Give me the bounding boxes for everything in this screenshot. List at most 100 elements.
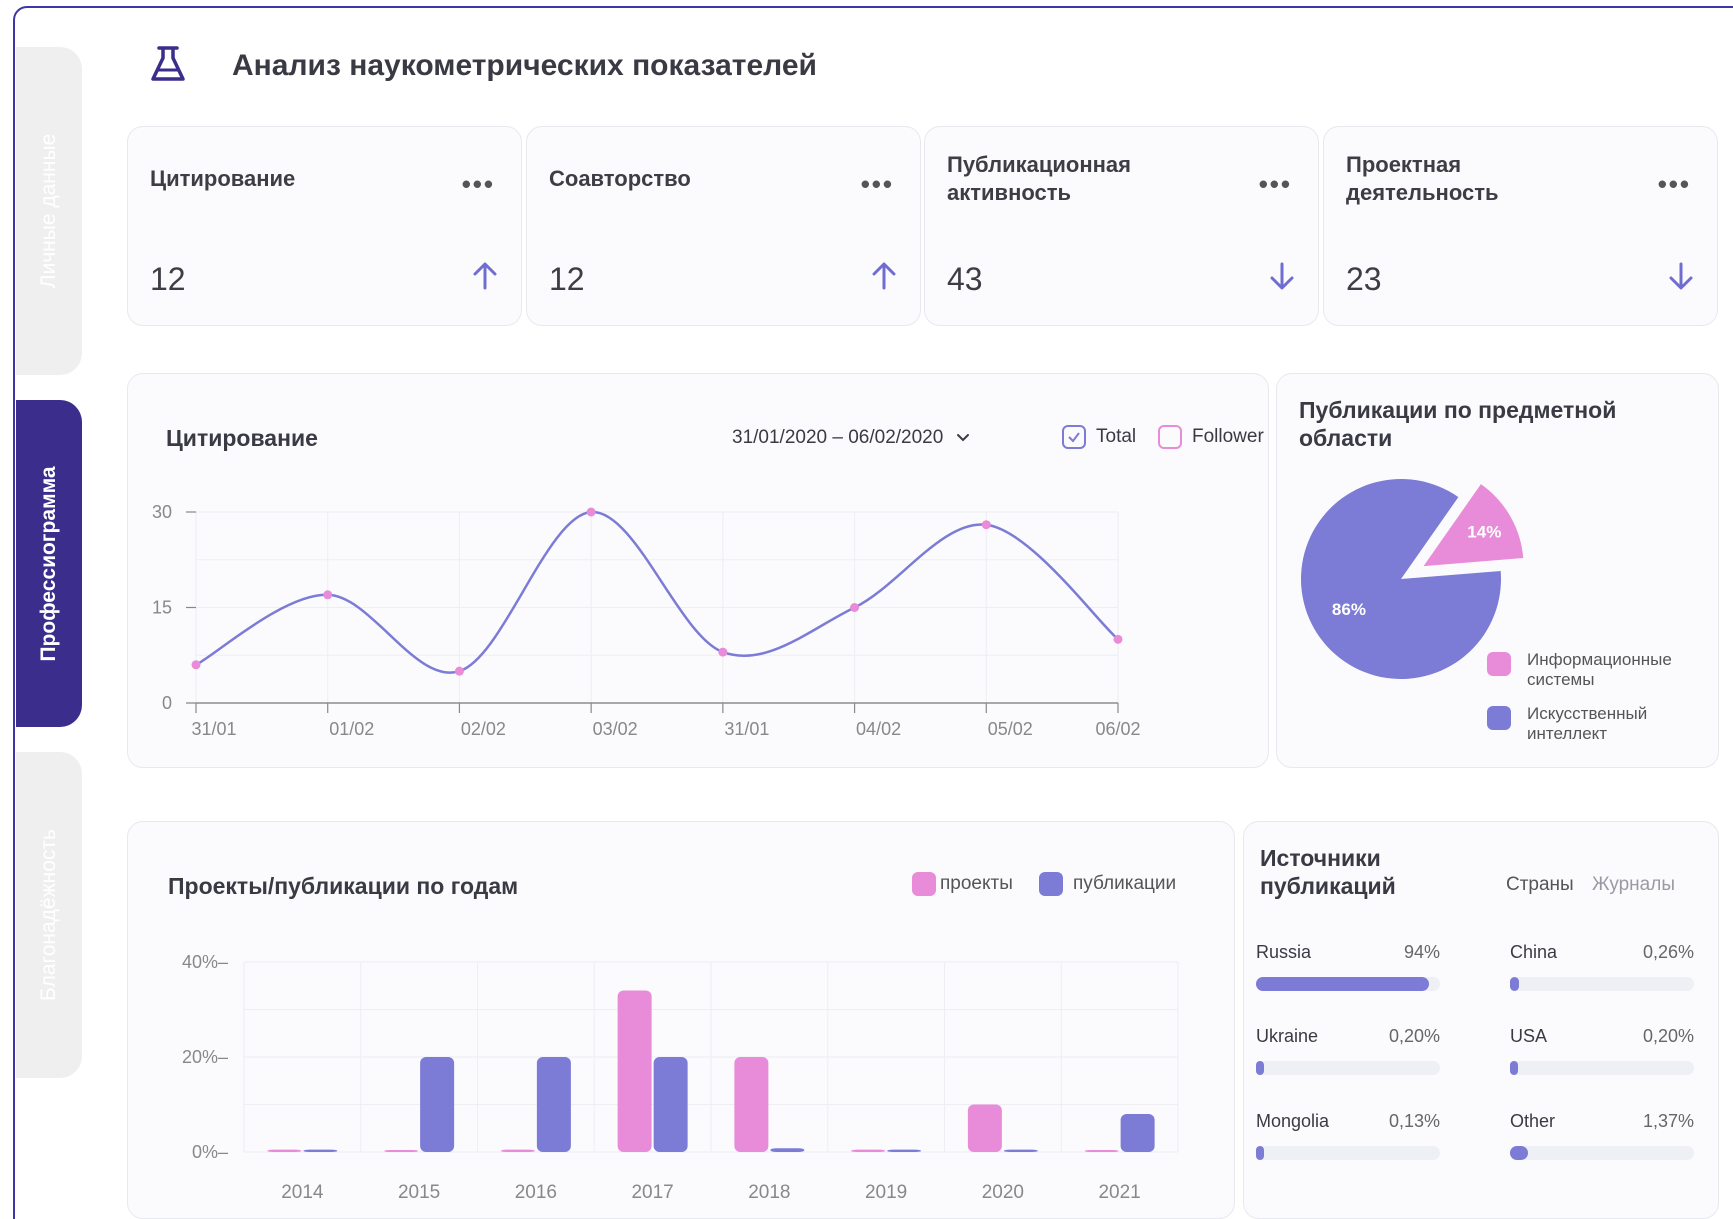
x-tick-label: 2021 [1098, 1182, 1140, 1203]
x-tick-label: 2014 [281, 1182, 324, 1203]
source-name: USA [1510, 1026, 1548, 1046]
progress-fill [1256, 977, 1429, 991]
bar [734, 1057, 769, 1152]
flask-icon [148, 44, 188, 89]
progress-track [1256, 1146, 1440, 1160]
kpi-value: 43 [947, 261, 983, 297]
kpi-title: Проектная деятельность [1346, 152, 1499, 205]
legend-item: Информационные системы [1487, 650, 1707, 690]
more-icon[interactable]: ••• [462, 169, 495, 200]
source-item-other: Other 1,37% [1510, 1111, 1694, 1160]
sidebar-tab-label: Профессиограмма [37, 465, 60, 662]
bar [653, 1057, 688, 1152]
progress-track [1510, 977, 1694, 991]
sidebar-tab-label: Благонадёжность [37, 829, 60, 1001]
page-title: Анализ наукометрических показателей [232, 49, 817, 82]
source-item-mongolia: Mongolia 0,13% [1256, 1111, 1440, 1160]
progress-fill [1510, 1061, 1518, 1075]
more-icon[interactable]: ••• [861, 169, 894, 200]
kpi-title: Публикационная активность [947, 152, 1131, 205]
progress-fill [1510, 977, 1520, 991]
bar [500, 1149, 535, 1152]
kpi-card-publication[interactable]: Публикационная активность ••• 43 [924, 126, 1319, 326]
legend-label: Искусственный интеллект [1527, 704, 1648, 743]
projects-bar-chart: 40%– 20%– 0%– 2014 2015 2016 2017 2018 2019 2020 2… [182, 952, 1179, 1203]
source-name: Mongolia [1256, 1111, 1330, 1131]
source-item-russia: Russia 94% [1256, 942, 1440, 991]
bar [967, 1104, 1002, 1152]
x-tick-label: 05/02 [988, 719, 1033, 739]
y-tick-label: 0%– [192, 1142, 228, 1162]
x-tick-label: 2016 [515, 1182, 557, 1203]
arrow-up-icon [473, 262, 497, 290]
legend-swatch [1487, 652, 1511, 676]
bar [267, 1149, 302, 1152]
kpi-card-coauthorship[interactable]: Соавторство ••• 12 [526, 126, 921, 326]
page-header: Анализ наукометрических показателей [148, 44, 817, 89]
bar [617, 990, 652, 1152]
progress-fill [1510, 1146, 1529, 1160]
tab-countries[interactable]: Страны [1506, 874, 1574, 896]
sidebar-tab-personal[interactable]: Личные данные [16, 47, 82, 375]
sidebar-tab-professiogram[interactable]: Профессиограмма [16, 400, 82, 727]
x-tick-label: 2018 [748, 1182, 790, 1203]
kpi-title: Соавторство [549, 166, 691, 191]
citation-chart-card: Цитирование 31/01/2020 – 06/02/2020 Tota… [127, 373, 1269, 768]
y-tick-label: 20%– [182, 1047, 228, 1067]
progress-track [1256, 977, 1440, 991]
source-name: Russia [1256, 942, 1312, 962]
sidebar-tab-label: Личные данные [37, 133, 60, 289]
bar [1003, 1149, 1038, 1152]
bar [887, 1149, 922, 1152]
x-tick-label: 2017 [631, 1182, 673, 1203]
source-pct: 0,13% [1388, 1111, 1440, 1131]
x-tick-label: 06/02 [1095, 719, 1140, 739]
source-pct: 0,20% [1388, 1026, 1440, 1046]
data-point [454, 666, 464, 676]
progress-track [1256, 1061, 1440, 1075]
bar [536, 1057, 571, 1152]
x-tick-label: 2015 [398, 1182, 440, 1203]
source-item-ukraine: Ukraine 0,20% [1256, 1026, 1440, 1075]
source-pct: 0,26% [1642, 942, 1694, 962]
arrow-up-icon [872, 262, 896, 290]
kpi-card-citation[interactable]: Цитирование ••• 12 [127, 126, 522, 326]
source-item-usa: USA 0,20% [1510, 1026, 1694, 1075]
data-point [850, 603, 860, 612]
source-pct: 0,20% [1642, 1026, 1694, 1046]
more-icon[interactable]: ••• [1259, 169, 1292, 200]
source-pct: 1,37% [1642, 1111, 1694, 1131]
x-tick-label: 02/02 [461, 719, 506, 739]
x-tick-label: 31/01 [724, 719, 769, 739]
more-icon[interactable]: ••• [1658, 169, 1691, 200]
data-point [586, 507, 596, 517]
subject-pie-card: Публикации по предметной области 14% 86% … [1276, 373, 1719, 768]
pie-slice-label: 86% [1332, 600, 1366, 619]
pie-slice-label: 14% [1467, 522, 1501, 541]
bar [303, 1149, 338, 1152]
sidebar-tab-reliability[interactable]: Благонадёжность [16, 752, 82, 1078]
y-tick-label: 40%– [182, 952, 228, 972]
legend-item: Искусственный интеллект [1487, 704, 1687, 744]
legend-swatch [1487, 706, 1511, 730]
x-tick-label: 03/02 [593, 719, 638, 739]
progress-track [1510, 1061, 1694, 1075]
y-tick-label: 30 [152, 502, 172, 522]
bar [1120, 1114, 1155, 1152]
bar [384, 1150, 419, 1152]
progress-track [1510, 1146, 1694, 1160]
tab-journals[interactable]: Журналы [1592, 874, 1675, 896]
series-line-total [195, 510, 1119, 674]
progress-fill [1256, 1146, 1264, 1160]
bar [420, 1057, 455, 1152]
x-tick-label: 2020 [982, 1182, 1024, 1203]
source-pct: 94% [1403, 942, 1440, 962]
progress-fill [1256, 1061, 1264, 1075]
kpi-value: 12 [549, 261, 585, 297]
kpi-card-projects[interactable]: Проектная деятельность ••• 23 [1323, 126, 1718, 326]
arrow-down-icon [1669, 262, 1693, 290]
source-name: Ukraine [1256, 1026, 1319, 1046]
bar [770, 1148, 805, 1152]
citation-line-chart: 0 15 30 31/01 01/02 02/02 03/02 31/01 04/02 05/02… [152, 502, 1141, 739]
kpi-value: 12 [150, 261, 186, 297]
